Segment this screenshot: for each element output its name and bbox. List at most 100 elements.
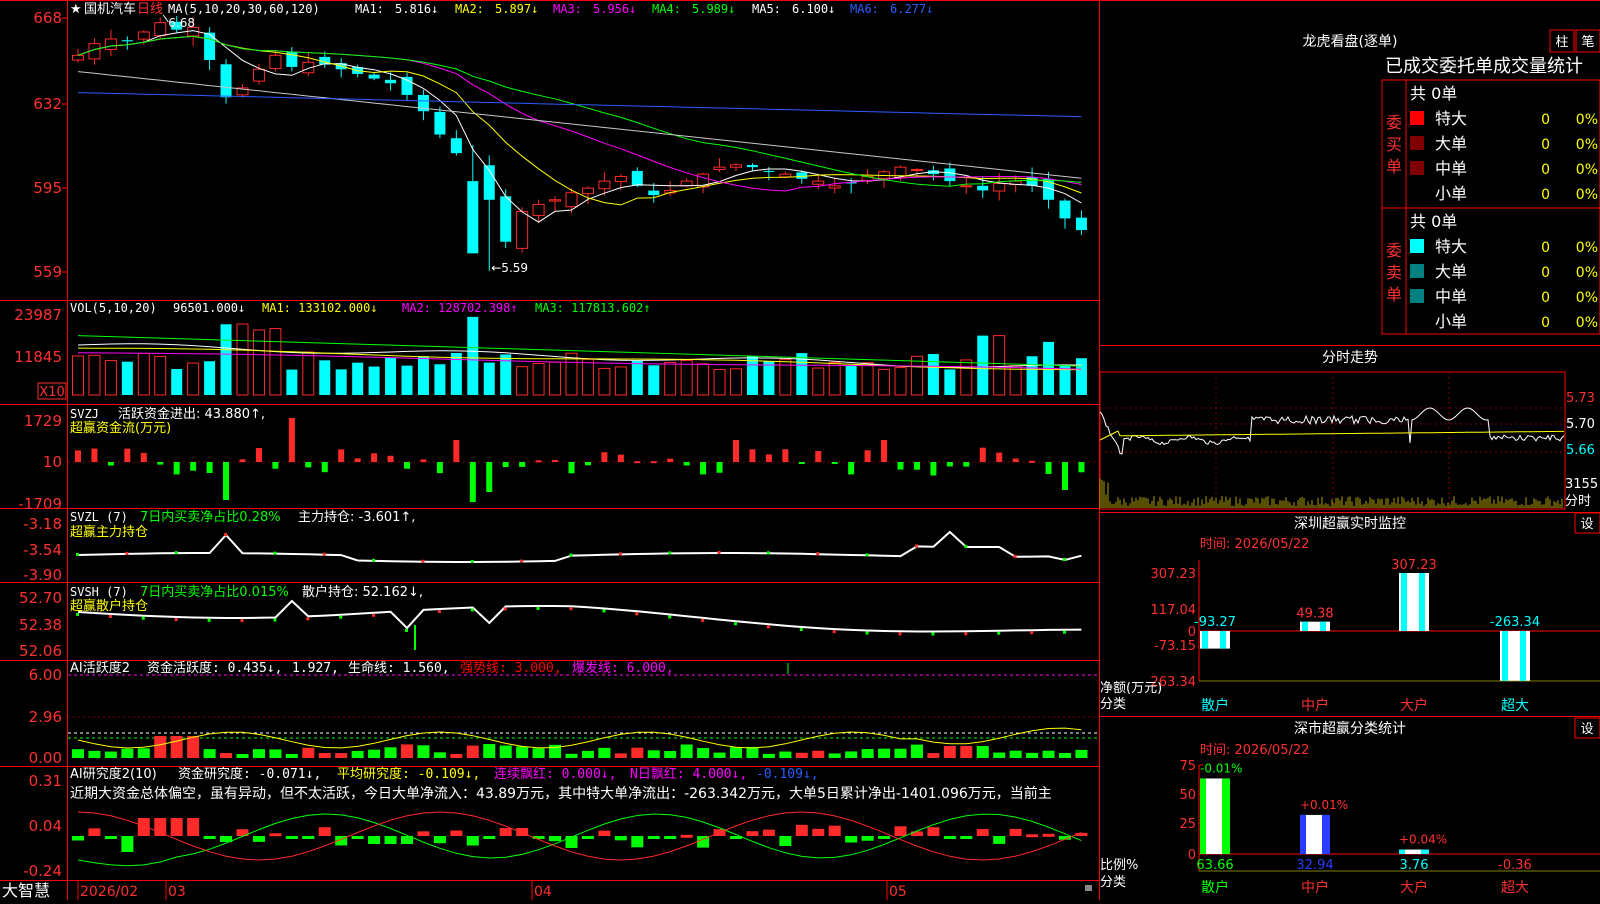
terminal-canvas: 668 632 595 559 23987 11845 X10 1729 10 -1709 -3.1… bbox=[0, 0, 1600, 900]
sz-class-ylabel: 比例% bbox=[1100, 858, 1138, 873]
ai1-bar bbox=[220, 753, 233, 758]
ma-value: 6.277↓ bbox=[890, 2, 933, 16]
buy-row-pct: 0% bbox=[1576, 112, 1598, 128]
candle-up bbox=[910, 168, 923, 171]
svzj-bar bbox=[683, 462, 690, 466]
svsh-netratio: 7日内买卖净占比0.015% bbox=[140, 584, 289, 600]
svzj-bar bbox=[749, 449, 756, 462]
svzj-bar bbox=[420, 459, 427, 462]
svzj-bar bbox=[601, 452, 608, 462]
sell-row-pct: 0% bbox=[1576, 240, 1598, 256]
ma-value: 5.897↓ bbox=[495, 2, 538, 16]
ai1-bar bbox=[417, 745, 430, 758]
volume-bar-down bbox=[319, 360, 331, 395]
lock-icon bbox=[1085, 885, 1092, 891]
bar-mode-label[interactable]: 柱 bbox=[1555, 35, 1568, 50]
svsh-marker bbox=[339, 615, 343, 619]
ai1-bar bbox=[845, 751, 858, 758]
svsh-axis-label: 52.70 bbox=[19, 589, 62, 607]
svzj-bar bbox=[963, 462, 970, 467]
svsh-marker bbox=[503, 607, 507, 611]
volume-bar-up bbox=[598, 367, 611, 396]
sell-row-pct: 0% bbox=[1576, 315, 1598, 331]
svsh-marker bbox=[602, 609, 606, 613]
ai1-bar bbox=[861, 749, 874, 758]
ai1-strongline: 强势线: 3.000, bbox=[460, 660, 562, 676]
sz-monitor-title: 深圳超赢实时监控 bbox=[1294, 515, 1406, 532]
ai1-bar bbox=[351, 750, 364, 758]
ai1-title: AI活跃度2 bbox=[70, 660, 130, 676]
svzj-bar bbox=[272, 462, 279, 469]
ai2-research: 资金研究度: -0.071↓, bbox=[178, 766, 321, 782]
volume-bar-down bbox=[434, 364, 446, 395]
svsh-marker bbox=[931, 632, 935, 636]
candle-up bbox=[154, 22, 167, 37]
svzj-bar bbox=[1078, 462, 1085, 473]
sz-monitor-settings-label[interactable]: 设 bbox=[1580, 517, 1593, 532]
svzj-bar bbox=[1029, 460, 1036, 463]
tick-mode-label[interactable]: 笔 bbox=[1581, 34, 1594, 50]
svsh-marker bbox=[141, 616, 145, 620]
candle-up bbox=[532, 203, 545, 216]
sell-row-count: 0 bbox=[1541, 290, 1550, 306]
volume-bar-up bbox=[1009, 365, 1022, 396]
buy-row-pct: 0% bbox=[1576, 137, 1598, 153]
ai2-bar bbox=[861, 836, 874, 841]
buy-row-count: 0 bbox=[1541, 112, 1550, 128]
sell-row-name: 小单 bbox=[1435, 312, 1467, 331]
svsh-marker bbox=[997, 631, 1001, 635]
sz-monitor-value: 307.23 bbox=[1391, 558, 1437, 573]
ai2-axis-label: -0.24 bbox=[23, 862, 62, 880]
stock-name[interactable]: 国机汽车 bbox=[84, 1, 136, 17]
star-icon[interactable]: ★ bbox=[70, 2, 82, 17]
svzj-bar bbox=[173, 462, 180, 475]
svsh-marker bbox=[569, 607, 573, 611]
period-label[interactable]: 日线 bbox=[137, 2, 163, 17]
volume-bar-down bbox=[927, 354, 939, 395]
svzl-marker bbox=[1063, 558, 1066, 561]
volume-bar-up bbox=[910, 355, 923, 396]
svzl-marker bbox=[569, 553, 573, 557]
candle-up bbox=[598, 180, 611, 190]
svzj-bar bbox=[453, 440, 460, 462]
svsh-marker bbox=[668, 615, 672, 619]
svzj-bar bbox=[815, 451, 822, 462]
ai2-bar bbox=[927, 827, 940, 836]
sz-class-bar-shade bbox=[1200, 778, 1206, 854]
svzj-bar bbox=[552, 459, 559, 462]
candle-down bbox=[944, 168, 956, 182]
svzj-bar bbox=[469, 462, 476, 502]
ai1-bar bbox=[779, 751, 792, 758]
svzl-marker bbox=[174, 551, 178, 555]
candle-up bbox=[516, 210, 529, 249]
ai2-bar bbox=[72, 836, 84, 841]
ai1-bar bbox=[713, 752, 726, 758]
buy-row-pct: 0% bbox=[1576, 162, 1598, 178]
ai1-bar bbox=[285, 753, 298, 758]
svzj-bar bbox=[288, 418, 295, 462]
svzj-bar bbox=[881, 440, 888, 462]
svzj-bar bbox=[798, 462, 805, 464]
buy-legend-swatch bbox=[1410, 136, 1424, 150]
svzj-bar bbox=[371, 453, 378, 462]
ai1-bar bbox=[302, 747, 315, 758]
sell-side-label-char: 委 bbox=[1386, 241, 1402, 260]
low-price-mark: ←5.59 bbox=[491, 261, 528, 275]
ai2-ndays: N日飘红: 4.000↓, bbox=[630, 766, 747, 782]
ai2-bar bbox=[187, 818, 200, 836]
ma3-line bbox=[77, 35, 1082, 192]
ai1-bar bbox=[943, 746, 956, 758]
sz-class-settings-label[interactable]: 设 bbox=[1580, 722, 1593, 737]
ai2-value5: -0.109↓, bbox=[756, 767, 819, 782]
svzj-bar bbox=[700, 462, 707, 475]
volume-bar-down bbox=[1026, 356, 1038, 395]
sell-row-pct: 0% bbox=[1576, 290, 1598, 306]
svzl-axis-label: -3.18 bbox=[23, 515, 62, 533]
volume-bar-down bbox=[944, 369, 956, 395]
ai2-title: AI研究度2(10) bbox=[70, 766, 157, 782]
sell-row-count: 0 bbox=[1541, 240, 1550, 256]
volume-bar-down bbox=[977, 335, 989, 395]
ai1-lifeline: 生命线: 1.560, bbox=[348, 660, 450, 676]
sz-class-value: 32.94 bbox=[1296, 858, 1333, 873]
svzl-marker bbox=[76, 553, 79, 556]
